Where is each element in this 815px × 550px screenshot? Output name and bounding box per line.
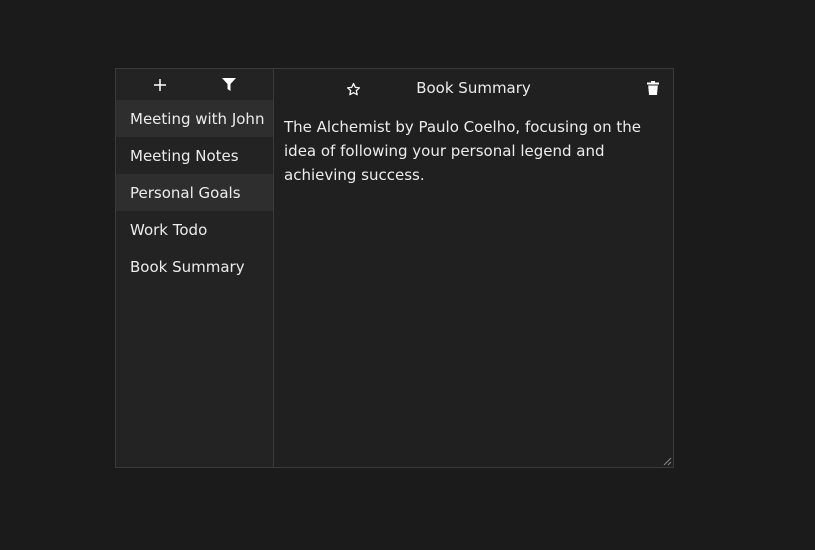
- note-body-textarea[interactable]: The Alchemist by Paulo Coelho, focusing …: [274, 107, 673, 467]
- note-item[interactable]: Personal Goals: [116, 174, 273, 211]
- editor-header: Book Summary: [274, 69, 673, 107]
- note-editor: Book Summary The Alchemist by Paulo Coel…: [274, 69, 673, 467]
- filter-icon: [221, 78, 236, 91]
- plus-icon: [154, 78, 167, 91]
- resize-handle-icon[interactable]: [662, 456, 672, 466]
- note-item[interactable]: Work Todo: [116, 211, 273, 248]
- sidebar-toolbar: [116, 69, 273, 100]
- notes-app: Meeting with John Meeting Notes Personal…: [115, 68, 674, 468]
- delete-note-button[interactable]: [643, 78, 663, 98]
- note-item[interactable]: Meeting Notes: [116, 137, 273, 174]
- note-item[interactable]: Book Summary: [116, 248, 273, 285]
- note-list: Meeting with John Meeting Notes Personal…: [116, 100, 273, 285]
- add-note-button[interactable]: [146, 73, 174, 97]
- star-outline-icon: [346, 82, 360, 95]
- note-item[interactable]: Meeting with John: [116, 100, 273, 137]
- favorite-button[interactable]: [342, 78, 364, 100]
- filter-button[interactable]: [215, 73, 243, 97]
- trash-icon: [647, 81, 659, 95]
- sidebar: Meeting with John Meeting Notes Personal…: [116, 69, 274, 467]
- note-title: Book Summary: [416, 79, 531, 97]
